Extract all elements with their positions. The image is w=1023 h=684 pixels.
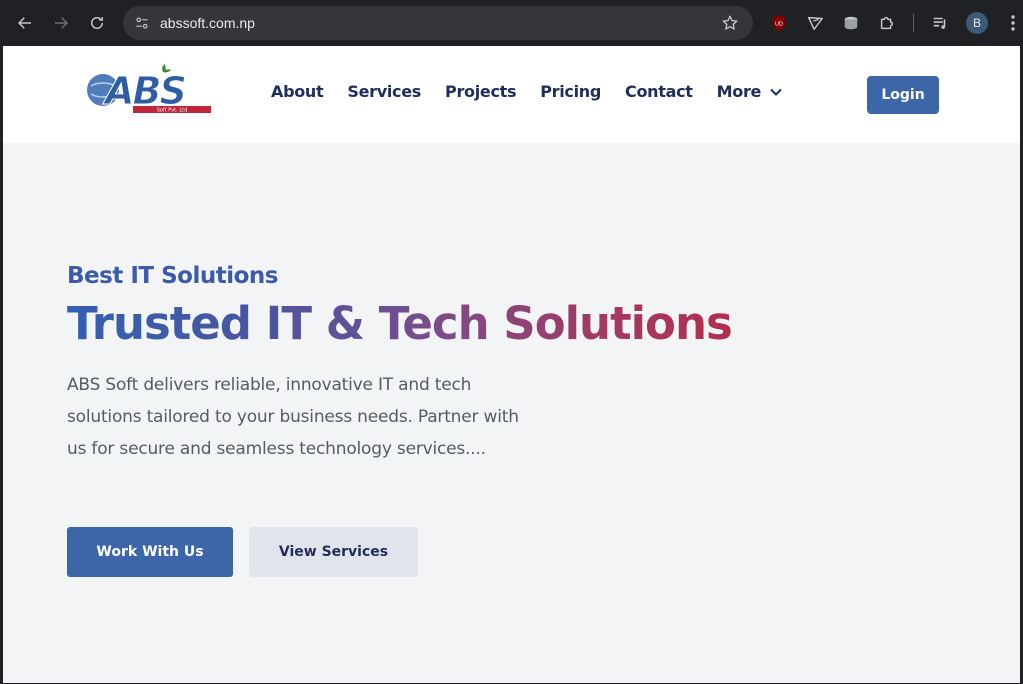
nav-more[interactable]: More: [717, 82, 783, 101]
svg-text:Soft Pvt. Ltd: Soft Pvt. Ltd: [157, 108, 188, 114]
chevron-down-icon: [770, 88, 782, 96]
address-bar[interactable]: abssoft.com.np: [123, 6, 753, 40]
abs-soft-logo[interactable]: ABS Soft Pvt. Ltd: [83, 60, 223, 120]
reload-icon: [91, 17, 103, 29]
url-text[interactable]: abssoft.com.np: [160, 15, 255, 31]
view-services-button[interactable]: View Services: [249, 527, 418, 577]
nav-services[interactable]: Services: [347, 82, 421, 101]
arrow-left-icon: [17, 17, 31, 29]
forward-button[interactable]: [49, 11, 73, 35]
nav-contact[interactable]: Contact: [625, 82, 693, 101]
work-with-us-button[interactable]: Work With Us: [67, 527, 233, 577]
nav-projects[interactable]: Projects: [445, 82, 517, 101]
hero-description: ABS Soft delivers reliable, innovative I…: [67, 375, 519, 459]
browser-toolbar: abssoft.com.np UD B: [0, 0, 1023, 46]
ublock-extension-icon[interactable]: UD: [768, 12, 790, 34]
nav-more-label: More: [716, 82, 762, 101]
svg-text:UD: UD: [775, 22, 783, 28]
bookmark-star-icon[interactable]: [721, 14, 739, 32]
toolbar-separator: [913, 14, 914, 32]
database-extension-icon[interactable]: [840, 12, 862, 34]
site-info-icon[interactable]: [131, 12, 153, 34]
send-extension-icon[interactable]: [804, 12, 826, 34]
site-header: ABS Soft Pvt. Ltd About Services Project…: [3, 46, 1020, 143]
reload-button[interactable]: [85, 11, 109, 35]
main-nav: About Services Projects Pricing Contact …: [271, 82, 807, 101]
login-button[interactable]: Login: [867, 76, 939, 114]
hero-subtitle: Best IT Solutions: [67, 263, 278, 289]
nav-about[interactable]: About: [271, 82, 324, 101]
more-menu-icon[interactable]: [1003, 12, 1023, 34]
extensions-puzzle-icon[interactable]: [876, 12, 898, 34]
profile-avatar[interactable]: B: [966, 12, 988, 34]
page-viewport: ABS Soft Pvt. Ltd About Services Project…: [3, 46, 1020, 683]
arrow-right-icon: [55, 17, 69, 29]
hero-title: Trusted IT & Tech Solutions: [67, 297, 733, 350]
media-queue-icon[interactable]: [929, 12, 951, 34]
nav-pricing[interactable]: Pricing: [540, 82, 601, 101]
back-button[interactable]: [13, 11, 37, 35]
